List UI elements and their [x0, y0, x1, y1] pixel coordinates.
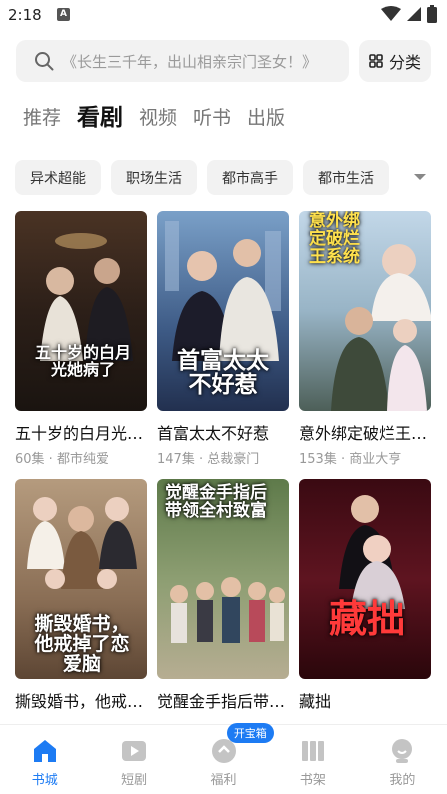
nav-item-short-drama[interactable]: 短剧	[89, 725, 178, 794]
nav-label: 书城	[31, 773, 58, 788]
drama-meta: 147集 · 总裁豪门	[157, 452, 260, 467]
genre-chip[interactable]: 都市生活	[303, 160, 389, 195]
cover-title: 五十岁的白月光她病了	[34, 343, 131, 379]
nav-label: 书架	[299, 773, 326, 788]
profile-icon	[392, 739, 413, 763]
status-bar: 2:18 A	[0, 0, 447, 32]
drama-title[interactable]: 意外绑定破烂王系统	[299, 420, 431, 444]
cover-title: 首富太太不好惹	[177, 347, 269, 399]
nav-label: 福利	[210, 773, 237, 788]
drama-cover[interactable]: 意外绑定破烂王系统	[299, 211, 431, 411]
status-time: 2:18	[8, 6, 42, 24]
drama-meta: 60集 · 都市纯爱	[15, 452, 109, 467]
cover-title: 觉醒金手指后带领全村致富	[165, 483, 267, 521]
play-icon	[122, 741, 147, 761]
treasure-badge[interactable]: 开宝箱	[226, 723, 274, 743]
content-tabs: 推荐 看剧 视频 听书 出版	[23, 100, 285, 132]
search-icon	[35, 52, 54, 71]
grid-icon	[369, 54, 383, 68]
drama-cover[interactable]: 撕毁婚书，他戒掉了恋爱脑	[15, 479, 147, 679]
home-icon	[33, 740, 56, 762]
search-bar[interactable]: 《长生三千年，出山相亲宗门圣女！》	[16, 40, 349, 82]
signal-icon	[407, 7, 421, 21]
drama-cover[interactable]: 首富太太不好惹	[157, 211, 289, 411]
drama-cover[interactable]: 五十岁的白月光她病了	[15, 211, 147, 411]
cover-title: 撕毁婚书，他戒掉了恋爱脑	[34, 613, 130, 675]
drama-title[interactable]: 首富太太不好惹	[157, 420, 289, 444]
nav-item-bookshelf[interactable]: 书架	[268, 725, 357, 794]
drama-title[interactable]: 撕毁婚书，他戒掉了恋爱脑	[15, 688, 147, 712]
cover-image	[15, 211, 147, 411]
drama-title[interactable]: 藏拙	[299, 688, 431, 712]
cover-image	[299, 479, 431, 679]
nav-item-welfare[interactable]: 开宝箱 福利	[179, 723, 274, 794]
tab-video[interactable]: 视频	[139, 104, 177, 132]
category-label: 分类	[388, 53, 421, 72]
tab-publish[interactable]: 出版	[247, 104, 285, 132]
drama-cover[interactable]: 藏拙	[299, 479, 431, 679]
wifi-icon	[381, 6, 401, 21]
expand-chips-icon[interactable]	[414, 174, 426, 180]
genre-chip[interactable]: 职场生活	[111, 160, 197, 195]
drama-title[interactable]: 觉醒金手指后带领全村致富	[157, 688, 289, 712]
category-button[interactable]: 分类	[359, 40, 431, 82]
genre-chip[interactable]: 都市高手	[207, 160, 293, 195]
genre-chip[interactable]: 异术超能	[15, 160, 101, 195]
drama-card[interactable]: 觉醒金手指后带领全村致富 觉醒金手指后带领全村致富	[157, 479, 289, 716]
drama-card[interactable]: 撕毁婚书，他戒掉了恋爱脑 撕毁婚书，他戒掉了恋爱脑	[15, 479, 147, 716]
tab-drama[interactable]: 看剧	[77, 104, 123, 132]
drama-card[interactable]: 五十岁的白月光她病了 五十岁的白月光她病了 60集 · 都市纯爱	[15, 211, 147, 467]
drama-card[interactable]: 首富太太不好惹 首富太太不好惹 147集 · 总裁豪门	[157, 211, 289, 467]
nav-item-bookstore[interactable]: 书城	[0, 725, 89, 794]
cover-title: 藏拙	[328, 596, 405, 641]
drama-meta: 153集 · 商业大亨	[299, 452, 402, 467]
nav-label: 我的	[389, 773, 416, 788]
drama-grid: 五十岁的白月光她病了 五十岁的白月光她病了 60集 · 都市纯爱 首富太太不好惹…	[15, 211, 433, 716]
drama-title[interactable]: 五十岁的白月光她病了	[15, 420, 147, 444]
tab-audiobook[interactable]: 听书	[193, 104, 231, 132]
drama-cover[interactable]: 觉醒金手指后带领全村致富	[157, 479, 289, 679]
nav-item-profile[interactable]: 我的	[358, 725, 447, 794]
status-icons	[381, 5, 437, 23]
tab-recommend[interactable]: 推荐	[23, 104, 61, 132]
nav-label: 短剧	[121, 773, 148, 788]
notification-icon: A	[57, 8, 70, 21]
genre-chips: 异术超能 职场生活 都市高手 都市生活	[15, 160, 389, 195]
drama-card[interactable]: 藏拙 藏拙	[299, 479, 431, 716]
battery-icon	[427, 5, 437, 23]
drama-card[interactable]: 意外绑定破烂王系统 意外绑定破烂王系统 153集 · 商业大亨	[299, 211, 431, 467]
bookshelf-icon	[301, 741, 324, 761]
search-input[interactable]: 《长生三千年，出山相亲宗门圣女！》	[62, 51, 342, 72]
cover-title: 意外绑定破烂王系统	[309, 211, 360, 267]
bottom-nav: 书城 短剧 开宝箱 福利 书架 我的	[0, 723, 447, 794]
